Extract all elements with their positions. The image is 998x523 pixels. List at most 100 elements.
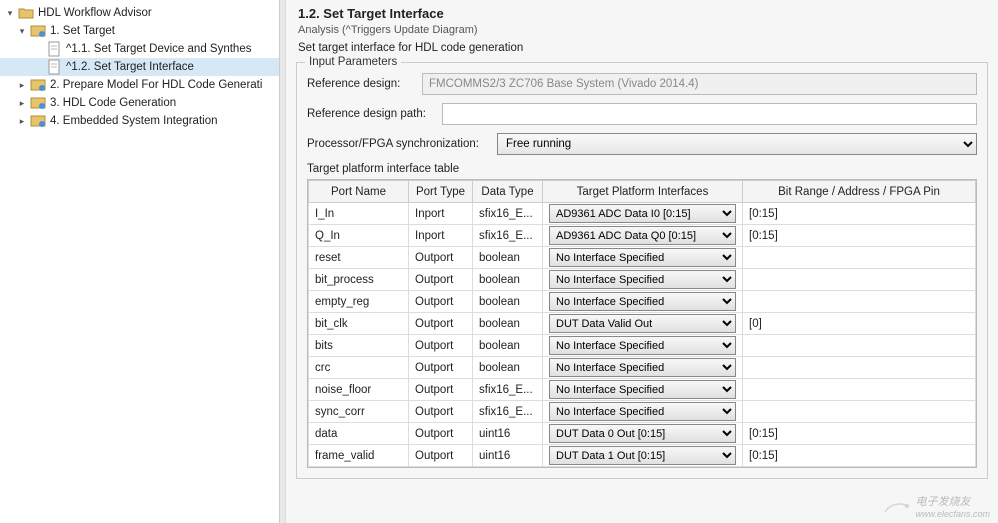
cell-iface[interactable]: No Interface Specified xyxy=(543,357,743,379)
table-row[interactable]: crcOutportbooleanNo Interface Specified xyxy=(309,357,976,379)
cell-iface[interactable]: No Interface Specified xyxy=(543,269,743,291)
cell-iface[interactable]: DUT Data 0 Out [0:15] xyxy=(543,423,743,445)
watermark: 电子发烧友 www.elecfans.com xyxy=(883,493,990,519)
cell-iface[interactable]: No Interface Specified xyxy=(543,247,743,269)
table-row[interactable]: resetOutportbooleanNo Interface Specifie… xyxy=(309,247,976,269)
fieldset-legend: Input Parameters xyxy=(305,56,401,68)
cell-iface[interactable]: No Interface Specified xyxy=(543,335,743,357)
tree-item-embedded-sys[interactable]: ▸ 4. Embedded System Integration xyxy=(0,112,279,130)
tree-item-set-target-interface[interactable]: ^1.2. Set Target Interface xyxy=(0,58,279,76)
cell-port[interactable]: crc xyxy=(309,357,409,379)
table-row[interactable]: bitsOutportbooleanNo Interface Specified xyxy=(309,335,976,357)
table-row[interactable]: I_InInportsfix16_E...AD9361 ADC Data I0 … xyxy=(309,203,976,225)
ref-path-input[interactable] xyxy=(442,103,977,125)
iface-select[interactable]: No Interface Specified xyxy=(549,270,736,289)
cell-port[interactable]: Q_In xyxy=(309,225,409,247)
iface-select[interactable]: DUT Data 0 Out [0:15] xyxy=(549,424,736,443)
folder-icon xyxy=(18,5,34,21)
table-row[interactable]: dataOutportuint16DUT Data 0 Out [0:15][0… xyxy=(309,423,976,445)
tree-item-set-target[interactable]: ▾ 1. Set Target xyxy=(0,22,279,40)
expand-icon[interactable]: ▸ xyxy=(16,115,28,127)
cell-bits[interactable]: [0:15] xyxy=(743,203,976,225)
iface-select[interactable]: AD9361 ADC Data Q0 [0:15] xyxy=(549,226,736,245)
cell-port[interactable]: bit_process xyxy=(309,269,409,291)
iface-select[interactable]: No Interface Specified xyxy=(549,358,736,377)
cell-port[interactable]: reset xyxy=(309,247,409,269)
tree-label: 3. HDL Code Generation xyxy=(50,97,176,109)
tree-item-hdl-code-gen[interactable]: ▸ 3. HDL Code Generation xyxy=(0,94,279,112)
cell-port[interactable]: frame_valid xyxy=(309,445,409,467)
collapse-icon[interactable]: ▾ xyxy=(4,7,16,19)
table-row[interactable]: bit_clkOutportboolean DUT Data Valid Out [… xyxy=(309,313,976,335)
page-desc: Set target interface for HDL code genera… xyxy=(298,42,986,54)
cell-bits[interactable] xyxy=(743,247,976,269)
cell-port[interactable]: sync_corr xyxy=(309,401,409,423)
cell-bits[interactable] xyxy=(743,291,976,313)
iface-select[interactable]: No Interface Specified xyxy=(549,292,736,311)
cell-bits[interactable]: [0:15] xyxy=(743,445,976,467)
tree-item-prepare-model[interactable]: ▸ 2. Prepare Model For HDL Code Generati xyxy=(0,76,279,94)
cell-dtype: boolean xyxy=(473,313,543,335)
cell-bits[interactable] xyxy=(743,379,976,401)
document-icon xyxy=(46,59,62,75)
sync-select[interactable]: Free running xyxy=(497,133,977,155)
main-panel: 1.2. Set Target Interface Analysis (^Tri… xyxy=(280,0,998,523)
cell-dtype: boolean xyxy=(473,269,543,291)
th-dtype[interactable]: Data Type xyxy=(473,181,543,203)
cell-port[interactable]: bits xyxy=(309,335,409,357)
iface-select[interactable]: No Interface Specified xyxy=(549,380,736,399)
th-port[interactable]: Port Name xyxy=(309,181,409,203)
iface-select[interactable]: DUT Data 1 Out [0:15] xyxy=(549,446,736,465)
cell-iface[interactable]: DUT Data 1 Out [0:15] xyxy=(543,445,743,467)
cell-bits[interactable]: [0:15] xyxy=(743,225,976,247)
table-row[interactable]: noise_floorOutportsfix16_E...No Interfac… xyxy=(309,379,976,401)
table-row[interactable]: sync_corrOutportsfix16_E...No Interface … xyxy=(309,401,976,423)
cell-port[interactable]: data xyxy=(309,423,409,445)
cell-port[interactable]: empty_reg xyxy=(309,291,409,313)
ref-design-label: Reference design: xyxy=(307,78,422,90)
cell-bits[interactable] xyxy=(743,335,976,357)
cell-port[interactable]: bit_clk xyxy=(309,313,409,335)
table-header: Port Name Port Type Data Type Target Pla… xyxy=(309,181,976,203)
th-iface[interactable]: Target Platform Interfaces xyxy=(543,181,743,203)
analysis-hint: Analysis (^Triggers Update Diagram) xyxy=(298,24,986,36)
iface-select[interactable]: No Interface Specified xyxy=(549,248,736,267)
tree-sidebar: ▾ HDL Workflow Advisor ▾ 1. Set Target xyxy=(0,0,280,523)
cell-iface[interactable]: No Interface Specified xyxy=(543,379,743,401)
cell-bits[interactable] xyxy=(743,401,976,423)
cell-iface[interactable]: AD9361 ADC Data Q0 [0:15] xyxy=(543,225,743,247)
cell-bits[interactable]: [0] xyxy=(743,313,976,335)
iface-select[interactable]: AD9361 ADC Data I0 [0:15] xyxy=(549,204,736,223)
th-ptype[interactable]: Port Type xyxy=(409,181,473,203)
collapse-icon[interactable]: ▾ xyxy=(16,25,28,37)
table-row[interactable]: Q_InInportsfix16_E...AD9361 ADC Data Q0 … xyxy=(309,225,976,247)
iface-select[interactable]: DUT Data Valid Out xyxy=(549,314,736,333)
cell-ptype: Outport xyxy=(409,357,473,379)
tree-item-set-target-device[interactable]: ^1.1. Set Target Device and Synthes xyxy=(0,40,279,58)
iface-select[interactable]: No Interface Specified xyxy=(549,336,736,355)
expand-icon[interactable]: ▸ xyxy=(16,97,28,109)
th-bits[interactable]: Bit Range / Address / FPGA Pin xyxy=(743,181,976,203)
cell-bits[interactable] xyxy=(743,269,976,291)
iface-select[interactable]: No Interface Specified xyxy=(549,402,736,421)
cell-iface[interactable]: No Interface Specified xyxy=(543,401,743,423)
cell-iface[interactable]: No Interface Specified xyxy=(543,291,743,313)
cell-bits[interactable] xyxy=(743,357,976,379)
table-row[interactable]: empty_regOutportbooleanNo Interface Spec… xyxy=(309,291,976,313)
cell-ptype: Inport xyxy=(409,225,473,247)
folder-check-icon xyxy=(30,23,46,39)
tree-root[interactable]: ▾ HDL Workflow Advisor xyxy=(0,4,279,22)
cell-iface[interactable]: AD9361 ADC Data I0 [0:15] xyxy=(543,203,743,225)
table-row[interactable]: frame_validOutportuint16DUT Data 1 Out [… xyxy=(309,445,976,467)
folder-check-icon xyxy=(30,95,46,111)
cell-port[interactable]: I_In xyxy=(309,203,409,225)
tree-label: ^1.1. Set Target Device and Synthes xyxy=(66,43,251,55)
cell-port[interactable]: noise_floor xyxy=(309,379,409,401)
expand-icon[interactable]: ▸ xyxy=(16,79,28,91)
cell-ptype: Outport xyxy=(409,445,473,467)
cell-bits[interactable]: [0:15] xyxy=(743,423,976,445)
table-row[interactable]: bit_processOutportbooleanNo Interface Sp… xyxy=(309,269,976,291)
tree-label: 4. Embedded System Integration xyxy=(50,115,218,127)
cell-ptype: Outport xyxy=(409,313,473,335)
cell-iface[interactable]: DUT Data Valid Out xyxy=(543,313,743,335)
